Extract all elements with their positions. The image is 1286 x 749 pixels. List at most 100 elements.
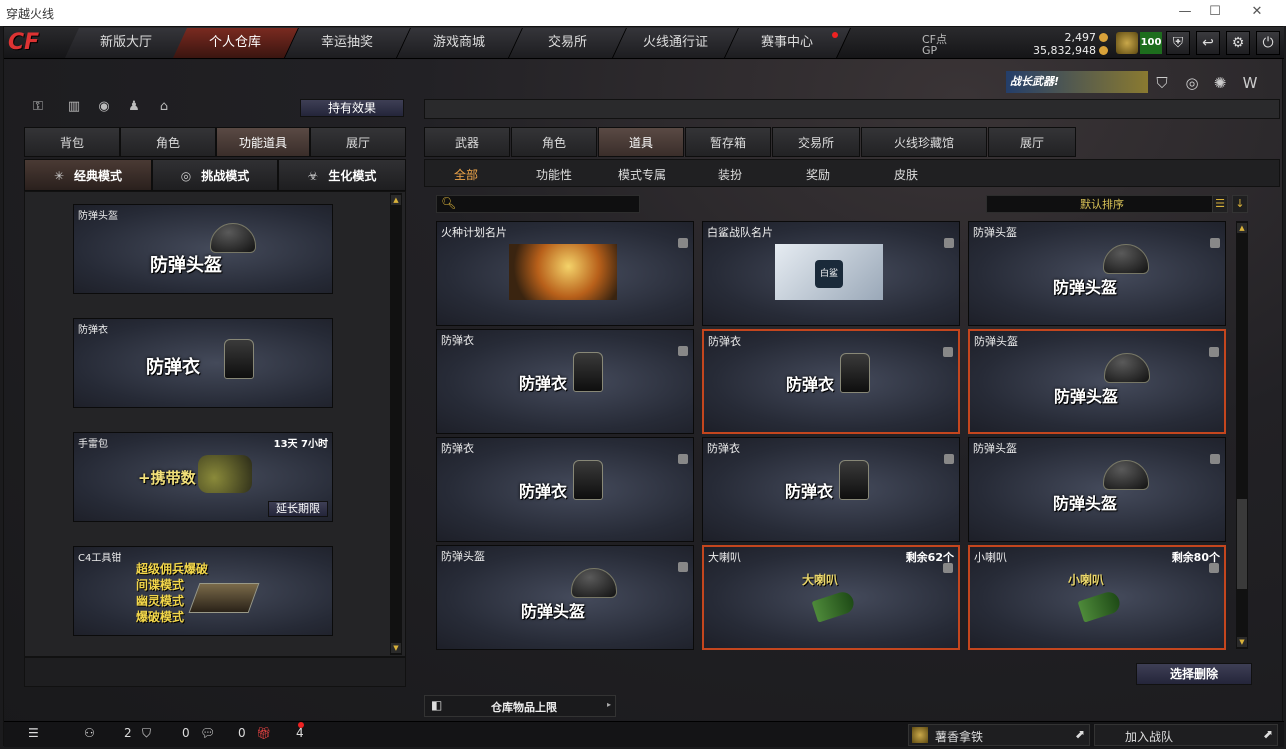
left-tab-showroom[interactable]: 展厅 bbox=[310, 127, 406, 157]
subtab-mode-exclusive[interactable]: 模式专属 bbox=[618, 166, 666, 184]
clan-panel[interactable]: 薯香拿铁 ⬈ bbox=[908, 724, 1090, 746]
right-tab-character[interactable]: 角色 bbox=[511, 127, 597, 157]
lock-icon[interactable] bbox=[678, 346, 688, 356]
settings-gear-icon[interactable]: ⚙ bbox=[1226, 31, 1250, 55]
item-card[interactable]: 防弹衣 防弹衣 bbox=[436, 329, 694, 434]
gift-icon[interactable]: 🎁︎ bbox=[256, 726, 271, 740]
lock-icon[interactable] bbox=[678, 238, 688, 248]
gp-value: 35,832,948 bbox=[1033, 44, 1096, 57]
subtab-dressup[interactable]: 装扮 bbox=[718, 166, 742, 184]
scroll-down-icon[interactable]: ▼ bbox=[391, 643, 401, 653]
minimize-button[interactable]: — bbox=[1172, 2, 1198, 22]
lock-icon[interactable] bbox=[1209, 347, 1219, 357]
select-delete-button[interactable]: 选择删除 bbox=[1136, 663, 1252, 685]
right-tab-storage[interactable]: 暂存箱 bbox=[685, 127, 771, 157]
mode-classic[interactable]: ✳ 经典模式 bbox=[24, 159, 152, 191]
item-card[interactable]: 小喇叭 剩余80个 小喇叭 bbox=[968, 545, 1226, 650]
maximize-button[interactable]: ☐ bbox=[1202, 2, 1228, 22]
scroll-up-icon[interactable]: ▲ bbox=[391, 195, 401, 205]
left-item-vest[interactable]: 防弹衣 防弹衣 bbox=[73, 318, 333, 408]
item-card[interactable]: 白鲨战队名片 白鲨 bbox=[702, 221, 960, 326]
lock-icon[interactable] bbox=[1209, 563, 1219, 573]
right-tab-items[interactable]: 道具 bbox=[598, 127, 684, 157]
item-name: 防弹头盔 bbox=[973, 442, 1017, 455]
right-tab-showroom[interactable]: 展厅 bbox=[988, 127, 1076, 157]
left-tab-backpack[interactable]: 背包 bbox=[24, 127, 120, 157]
search-icon: 🔍︎ bbox=[441, 196, 457, 210]
shield-icon[interactable]: ⛨ bbox=[1166, 31, 1190, 55]
effect-button[interactable]: 持有效果 bbox=[300, 99, 404, 117]
lock-icon[interactable] bbox=[678, 454, 688, 464]
target-icon[interactable]: ◎ bbox=[1182, 73, 1202, 93]
right-scrollbar[interactable]: ▲ ▼ bbox=[1236, 221, 1248, 649]
right-tab-weapons[interactable]: 武器 bbox=[424, 127, 510, 157]
close-button[interactable]: ✕ bbox=[1244, 2, 1270, 22]
character-icon[interactable]: ♟ bbox=[124, 99, 144, 117]
camera-icon[interactable]: ◉ bbox=[94, 99, 114, 117]
search-input[interactable]: 🔍︎ bbox=[436, 195, 640, 213]
lock-icon[interactable] bbox=[1210, 238, 1220, 248]
key-icon[interactable]: ⚿ bbox=[28, 99, 48, 117]
expand-icon[interactable]: ⬈ bbox=[1263, 727, 1273, 741]
weapon-banner[interactable]: 战长武器! bbox=[1006, 71, 1148, 93]
wolf-icon[interactable]: ✺ bbox=[1210, 73, 1230, 93]
item-card[interactable]: 防弹衣 防弹衣 bbox=[436, 437, 694, 542]
lock-icon[interactable] bbox=[943, 347, 953, 357]
item-card[interactable]: 防弹头盔 防弹头盔 bbox=[968, 329, 1226, 434]
right-tab-collection[interactable]: 火线珍藏馆 bbox=[861, 127, 987, 157]
lock-icon[interactable] bbox=[944, 454, 954, 464]
subtab-all[interactable]: 全部 bbox=[454, 166, 478, 184]
subtab-functional[interactable]: 功能性 bbox=[536, 166, 572, 184]
nav-tab-shop[interactable]: 游戏商城 bbox=[397, 28, 523, 58]
item-card[interactable]: 大喇叭 剩余62个 大喇叭 bbox=[702, 545, 960, 650]
mouse-icon[interactable]: ⌂ bbox=[154, 99, 174, 117]
badge-icon[interactable]: ⛉ bbox=[1152, 73, 1172, 93]
left-item-grenade-pack[interactable]: 手雷包 13天 7小时 +携带数 延长期限 bbox=[73, 432, 333, 522]
item-card[interactable]: 火种计划名片 bbox=[436, 221, 694, 326]
chat-icon[interactable]: 💬︎ bbox=[200, 726, 215, 740]
subtab-rewards[interactable]: 奖励 bbox=[806, 166, 830, 184]
lock-icon[interactable] bbox=[678, 562, 688, 572]
nav-tab-lobby[interactable]: 新版大厅 bbox=[65, 28, 189, 58]
power-icon[interactable]: ⏻ bbox=[1256, 31, 1280, 55]
chart-icon[interactable]: ▥ bbox=[64, 99, 84, 117]
expand-icon[interactable]: ⬈ bbox=[1075, 727, 1085, 741]
join-clan-panel[interactable]: 加入战队 ⬈ bbox=[1094, 724, 1278, 746]
left-scrollbar[interactable]: ▲ ▼ bbox=[390, 193, 402, 655]
lock-icon[interactable] bbox=[943, 563, 953, 573]
scroll-thumb[interactable] bbox=[1237, 499, 1247, 589]
left-item-helmet[interactable]: 防弹头盔 防弹头盔 bbox=[73, 204, 333, 294]
warehouse-limit-bar[interactable]: ◧ 仓库物品上限 ▸ bbox=[424, 695, 616, 717]
item-card[interactable]: 防弹头盔 防弹头盔 bbox=[968, 437, 1226, 542]
w-logo-icon[interactable]: W bbox=[1240, 73, 1260, 93]
menu-icon[interactable]: ☰ bbox=[28, 726, 39, 740]
list-view-icon[interactable]: ☰ bbox=[1212, 195, 1228, 213]
window-titlebar: 穿越火线 — ☐ ✕ bbox=[0, 0, 1286, 26]
item-card[interactable]: 防弹头盔 防弹头盔 bbox=[968, 221, 1226, 326]
exit-room-icon[interactable]: ↩ bbox=[1196, 31, 1220, 55]
lock-icon[interactable] bbox=[1210, 454, 1220, 464]
nav-tab-exchange[interactable]: 交易所 bbox=[509, 28, 627, 58]
nav-tab-warehouse[interactable]: 个人仓库 bbox=[173, 28, 299, 58]
lock-icon[interactable] bbox=[944, 238, 954, 248]
rank-badge-icon[interactable] bbox=[1116, 32, 1138, 54]
nav-tab-pass[interactable]: 火线通行证 bbox=[613, 28, 739, 58]
item-card[interactable]: 防弹衣 防弹衣 bbox=[702, 437, 960, 542]
friends-icon[interactable]: ⚇ bbox=[84, 726, 95, 740]
subtab-skins[interactable]: 皮肤 bbox=[894, 166, 918, 184]
left-item-c4-tool[interactable]: C4工具钳 超级佣兵爆破 间谍模式 幽灵模式 爆破模式 bbox=[73, 546, 333, 636]
sort-order-icon[interactable]: ↓ bbox=[1232, 195, 1248, 213]
item-card[interactable]: 防弹衣 防弹衣 bbox=[702, 329, 960, 434]
right-tab-exchange[interactable]: 交易所 bbox=[772, 127, 860, 157]
nav-tab-lottery[interactable]: 幸运抽奖 bbox=[285, 28, 411, 58]
mode-challenge[interactable]: ◎ 挑战模式 bbox=[152, 159, 278, 191]
scroll-up-icon[interactable]: ▲ bbox=[1237, 223, 1247, 233]
scroll-down-icon[interactable]: ▼ bbox=[1237, 637, 1247, 647]
mode-zombie[interactable]: ☣ 生化模式 bbox=[278, 159, 406, 191]
left-tab-function-items[interactable]: 功能道具 bbox=[216, 127, 310, 157]
item-card[interactable]: 防弹头盔 防弹头盔 bbox=[436, 545, 694, 650]
sort-dropdown[interactable]: 默认排序 bbox=[986, 195, 1218, 213]
shield-small-icon[interactable]: ⛉ bbox=[142, 726, 151, 741]
left-tab-character[interactable]: 角色 bbox=[120, 127, 216, 157]
extend-button[interactable]: 延长期限 bbox=[268, 501, 328, 517]
